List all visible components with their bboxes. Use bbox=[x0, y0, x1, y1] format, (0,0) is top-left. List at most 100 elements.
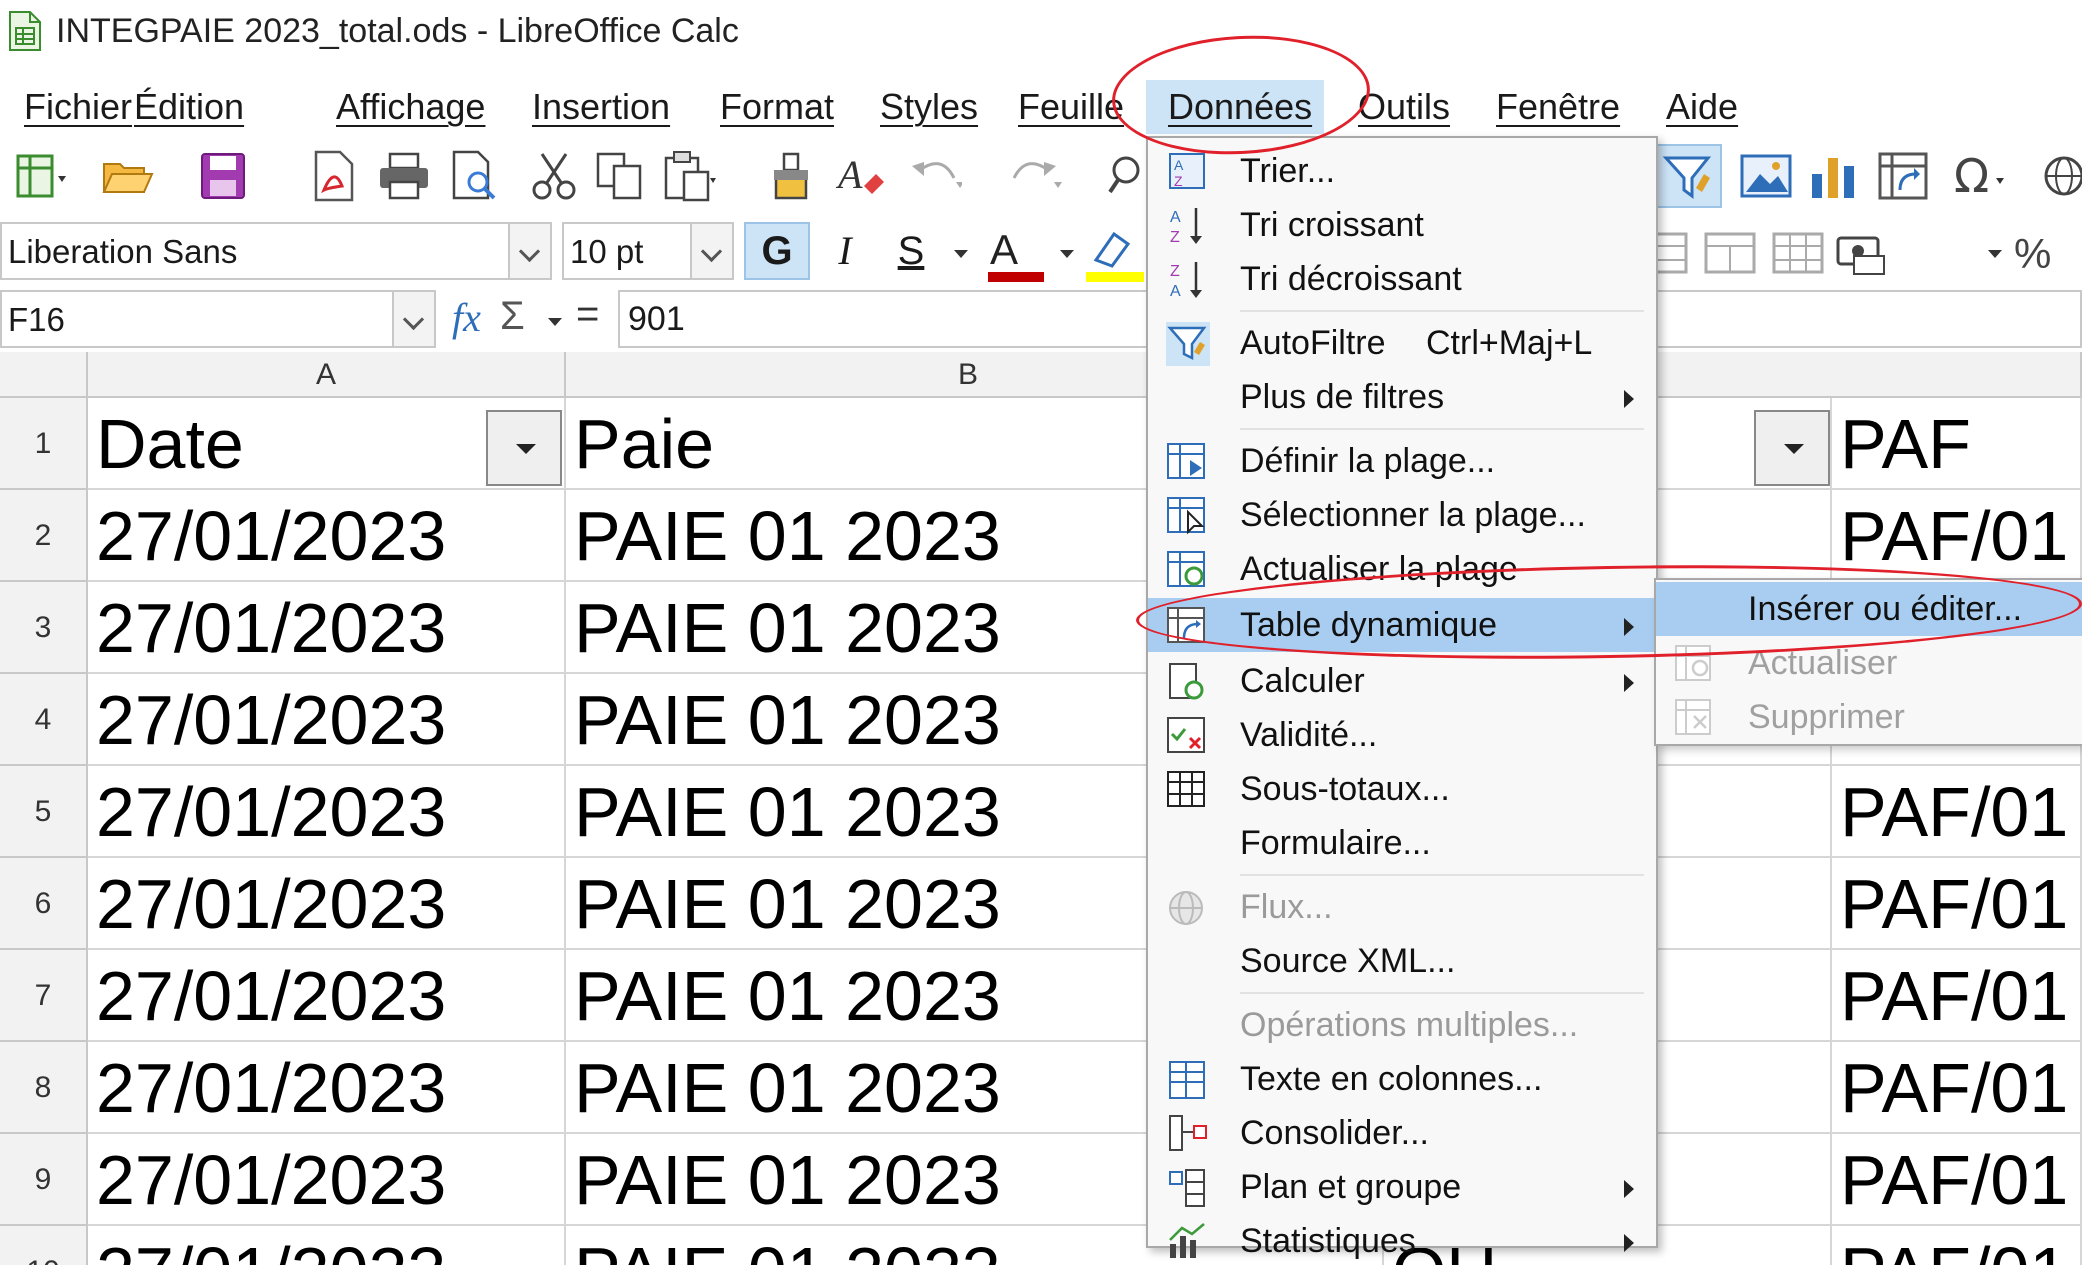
table-cell-date[interactable]: 27/01/2023 bbox=[88, 766, 566, 858]
menu-fichier[interactable]: Fichier bbox=[14, 80, 142, 134]
menu-item-definir-plage[interactable]: Définir la plage... bbox=[1148, 434, 1656, 488]
menu-fenetre[interactable]: Fenêtre bbox=[1486, 80, 1630, 134]
font-color-icon[interactable]: A bbox=[984, 224, 1056, 284]
menu-edition[interactable]: Édition bbox=[124, 80, 254, 134]
currency-dropdown-icon[interactable] bbox=[1984, 242, 2006, 264]
font-color-dropdown-icon[interactable] bbox=[1056, 242, 1078, 264]
table-cell-paf[interactable]: PAF/01 bbox=[1832, 766, 2082, 858]
paste-icon[interactable] bbox=[660, 148, 716, 204]
menu-item-tri-decroissant[interactable]: ZA Tri décroissant bbox=[1148, 252, 1656, 306]
menu-outils[interactable]: Outils bbox=[1348, 80, 1460, 134]
italic-button[interactable]: I bbox=[820, 222, 870, 280]
redo-icon[interactable] bbox=[1006, 148, 1062, 204]
insert-chart-icon[interactable] bbox=[1806, 148, 1862, 204]
menu-feuille[interactable]: Feuille bbox=[1008, 80, 1134, 134]
menu-item-sous-totaux[interactable]: Sous-totaux... bbox=[1148, 762, 1656, 816]
menu-item-source-xml[interactable]: Source XML... bbox=[1148, 934, 1656, 988]
menu-insertion[interactable]: Insertion bbox=[522, 80, 680, 134]
menu-item-autofiltre[interactable]: AutoFiltre Ctrl+Maj+L bbox=[1148, 316, 1656, 370]
name-box-dropdown[interactable] bbox=[392, 292, 434, 346]
row-header-10[interactable]: 10 bbox=[0, 1226, 88, 1265]
menu-item-validite[interactable]: Validité... bbox=[1148, 708, 1656, 762]
row-header-7[interactable]: 7 bbox=[0, 950, 88, 1042]
sum-dropdown-icon[interactable] bbox=[544, 310, 566, 332]
row-header-6[interactable]: 6 bbox=[0, 858, 88, 950]
underline-dropdown-icon[interactable] bbox=[950, 242, 972, 264]
column-header-f[interactable] bbox=[1832, 352, 2082, 398]
submenu-item-inserer-editer[interactable]: Insérer ou éditer... bbox=[1656, 582, 2082, 636]
wrap-text-icon[interactable] bbox=[1770, 228, 1826, 278]
menu-format[interactable]: Format bbox=[710, 80, 844, 134]
menu-item-table-dynamique[interactable]: Table dynamique bbox=[1148, 598, 1656, 652]
table-cell-date[interactable]: 27/01/2023 bbox=[88, 582, 566, 674]
row-header-4[interactable]: 4 bbox=[0, 674, 88, 766]
merge-center-icon[interactable] bbox=[1702, 228, 1758, 278]
row-header-1[interactable]: 1 bbox=[0, 398, 88, 490]
menu-item-consolider[interactable]: Consolider... bbox=[1148, 1106, 1656, 1160]
table-cell-paf[interactable]: PAF/01 bbox=[1832, 950, 2082, 1042]
currency-format-icon[interactable] bbox=[1834, 228, 1890, 278]
menu-item-selectionner-plage[interactable]: Sélectionner la plage... bbox=[1148, 488, 1656, 542]
sum-icon[interactable]: Σ bbox=[500, 294, 525, 339]
table-cell-date[interactable]: 27/01/2023 bbox=[88, 674, 566, 766]
underline-button[interactable]: S bbox=[886, 222, 936, 280]
table-cell-date[interactable]: 27/01/2023 bbox=[88, 1042, 566, 1134]
clear-formatting-icon[interactable]: A bbox=[834, 148, 890, 204]
select-all-corner[interactable] bbox=[0, 352, 88, 398]
table-cell-paf[interactable]: PAF/01 bbox=[1832, 858, 2082, 950]
menu-affichage[interactable]: Affichage bbox=[326, 80, 495, 134]
menu-item-actualiser-plage[interactable]: Actualiser la plage bbox=[1148, 542, 1656, 596]
cell-f1[interactable]: PAF bbox=[1832, 398, 2082, 490]
menu-item-trier[interactable]: AZ Trier... bbox=[1148, 144, 1656, 198]
row-header-5[interactable]: 5 bbox=[0, 766, 88, 858]
pivot-table-toolbar-icon[interactable] bbox=[1876, 148, 1932, 204]
table-cell-paf[interactable]: PAF/01 bbox=[1832, 1226, 2082, 1265]
clone-formatting-icon[interactable] bbox=[764, 148, 820, 204]
menu-item-formulaire[interactable]: Formulaire... bbox=[1148, 816, 1656, 870]
formula-equals-icon[interactable]: = bbox=[576, 292, 599, 337]
function-wizard-icon[interactable]: fx bbox=[452, 294, 481, 341]
menu-item-texte-en-colonnes[interactable]: Texte en colonnes... bbox=[1148, 1052, 1656, 1106]
menu-item-plan-et-groupe[interactable]: Plan et groupe bbox=[1148, 1160, 1656, 1214]
table-cell-paf[interactable]: PAF/01 bbox=[1832, 490, 2082, 582]
table-cell-date[interactable]: 27/01/2023 bbox=[88, 1226, 566, 1265]
undo-icon[interactable] bbox=[906, 148, 962, 204]
new-spreadsheet-icon[interactable] bbox=[10, 148, 66, 204]
font-size-dropdown[interactable] bbox=[690, 224, 732, 278]
highlight-color-icon[interactable] bbox=[1084, 224, 1146, 284]
font-size-combo[interactable]: 10 pt bbox=[562, 222, 734, 280]
menu-item-statistiques[interactable]: Statistiques bbox=[1148, 1214, 1656, 1268]
special-character-icon[interactable]: Ω bbox=[1952, 148, 2008, 204]
column-header-a[interactable]: A bbox=[88, 352, 566, 398]
table-cell-date[interactable]: 27/01/2023 bbox=[88, 858, 566, 950]
bold-button[interactable]: G bbox=[744, 222, 810, 280]
print-icon[interactable] bbox=[376, 148, 432, 204]
cut-icon[interactable] bbox=[526, 148, 582, 204]
table-cell-date[interactable]: 27/01/2023 bbox=[88, 950, 566, 1042]
save-icon[interactable] bbox=[196, 148, 252, 204]
name-box[interactable]: F16 bbox=[0, 290, 436, 348]
menu-item-plus-de-filtres[interactable]: Plus de filtres bbox=[1148, 370, 1656, 424]
insert-image-icon[interactable] bbox=[1738, 148, 1794, 204]
autofilter-toolbar-button[interactable] bbox=[1650, 144, 1722, 208]
autofilter-button-a[interactable] bbox=[486, 410, 562, 486]
font-name-combo[interactable]: Liberation Sans bbox=[0, 222, 552, 280]
percent-format-icon[interactable]: % bbox=[2010, 226, 2064, 280]
menu-item-calculer[interactable]: Calculer bbox=[1148, 654, 1656, 708]
print-preview-icon[interactable] bbox=[446, 148, 502, 204]
menu-aide[interactable]: Aide bbox=[1656, 80, 1748, 134]
table-cell-paf[interactable]: PAF/01 bbox=[1832, 1134, 2082, 1226]
menu-item-tri-croissant[interactable]: AZ Tri croissant bbox=[1148, 198, 1656, 252]
menu-styles[interactable]: Styles bbox=[870, 80, 988, 134]
table-cell-date[interactable]: 27/01/2023 bbox=[88, 490, 566, 582]
font-name-dropdown[interactable] bbox=[508, 224, 550, 278]
open-folder-icon[interactable] bbox=[100, 148, 156, 204]
export-pdf-icon[interactable] bbox=[306, 148, 362, 204]
row-header-9[interactable]: 9 bbox=[0, 1134, 88, 1226]
hyperlink-icon[interactable] bbox=[2040, 148, 2082, 204]
copy-icon[interactable] bbox=[592, 148, 648, 204]
menu-donnees[interactable]: Données bbox=[1146, 80, 1324, 134]
table-cell-date[interactable]: 27/01/2023 bbox=[88, 1134, 566, 1226]
row-header-3[interactable]: 3 bbox=[0, 582, 88, 674]
autofilter-button-e[interactable] bbox=[1754, 410, 1830, 486]
